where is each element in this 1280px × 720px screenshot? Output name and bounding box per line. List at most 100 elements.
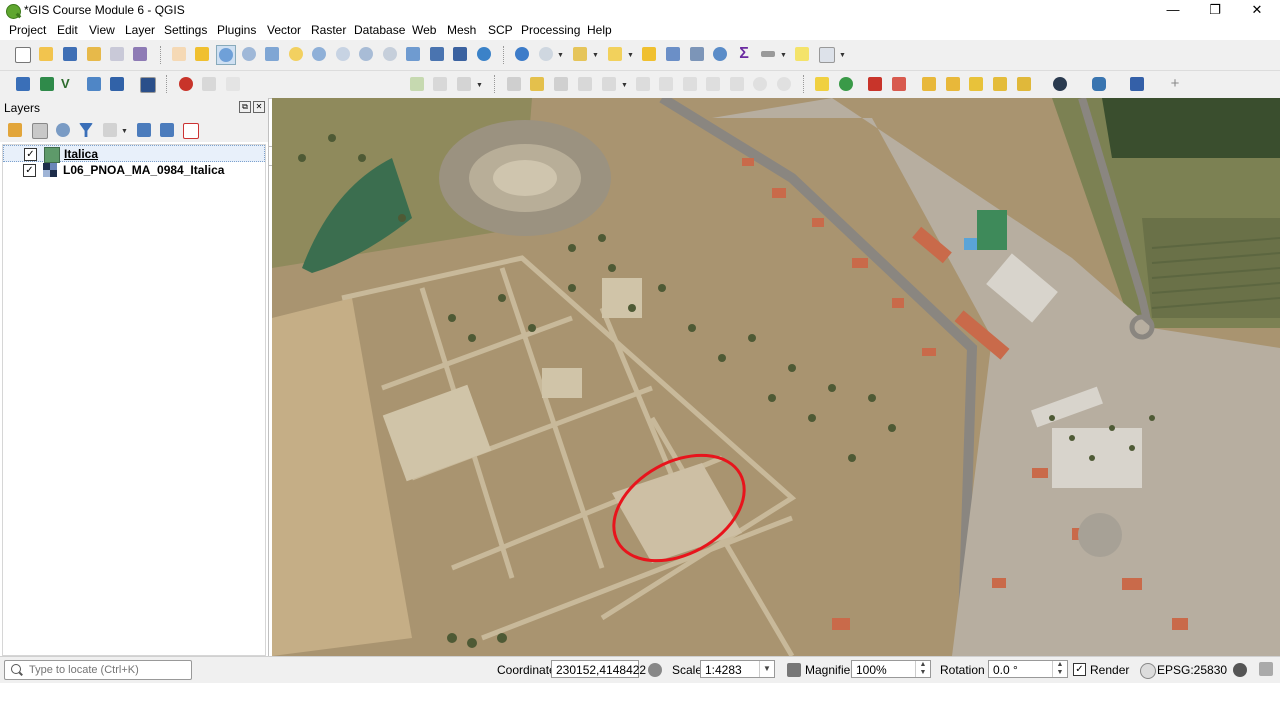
globe-icon[interactable] xyxy=(1138,661,1156,679)
menu-mesh[interactable]: Mesh xyxy=(447,23,476,37)
pan-to-selection-icon[interactable] xyxy=(193,45,211,63)
map-tips-icon[interactable] xyxy=(793,45,811,63)
locator-search[interactable] xyxy=(4,660,192,680)
menu-project[interactable]: Project xyxy=(9,23,46,37)
open-project-icon[interactable] xyxy=(37,45,55,63)
menu-vector[interactable]: Vector xyxy=(267,23,301,37)
magnifier-stepper[interactable]: 100% ▲ ▼ xyxy=(851,660,931,678)
rotation-stepper[interactable]: 0.0 ° ▲ ▼ xyxy=(988,660,1068,678)
new-bookmark-icon[interactable] xyxy=(428,45,446,63)
modify-attributes-icon[interactable] xyxy=(634,75,652,93)
zoom-out-icon[interactable] xyxy=(240,45,258,63)
menu-web[interactable]: Web xyxy=(412,23,436,37)
render-checkbox[interactable]: ✓ xyxy=(1073,663,1086,676)
pencil-icon[interactable] xyxy=(528,75,546,93)
change-label-icon[interactable] xyxy=(967,75,985,93)
save-project-icon[interactable] xyxy=(61,45,79,63)
chevron-down-icon[interactable]: ▼ xyxy=(476,82,483,89)
select-by-value-icon[interactable] xyxy=(606,45,624,63)
style-manager-icon[interactable] xyxy=(131,45,149,63)
chevron-down-icon[interactable]: ▼ xyxy=(121,128,128,135)
collapse-all-icon[interactable] xyxy=(158,121,176,139)
menu-raster[interactable]: Raster xyxy=(311,23,346,37)
zoom-in-icon[interactable] xyxy=(216,45,236,65)
cut-features-icon[interactable] xyxy=(681,75,699,93)
messages-icon[interactable] xyxy=(1231,661,1249,679)
refresh-icon[interactable] xyxy=(475,45,493,63)
pan-map-icon[interactable] xyxy=(170,45,188,63)
chevron-down-icon[interactable]: ▼ xyxy=(780,52,787,59)
add-virtual-layer-icon[interactable] xyxy=(138,75,156,93)
digitize-line-icon[interactable] xyxy=(408,75,426,93)
close-panel-icon[interactable]: ✕ xyxy=(253,101,265,113)
chevron-down-icon[interactable]: ▼ xyxy=(627,52,634,59)
diagram-tool-icon[interactable] xyxy=(837,75,855,93)
chevron-down-icon[interactable]: ▼ xyxy=(759,661,774,677)
chevron-down-icon[interactable]: ▼ xyxy=(557,52,564,59)
crs-label[interactable]: EPSG:25830 xyxy=(1157,663,1227,677)
close-button[interactable]: ✕ xyxy=(1234,0,1280,22)
show-hide-labels-icon[interactable] xyxy=(991,75,1009,93)
minimize-button[interactable]: — xyxy=(1150,0,1196,22)
undo-icon[interactable] xyxy=(751,75,769,93)
add-delimited-text-icon[interactable]: V xyxy=(61,75,79,93)
zoom-full-icon[interactable] xyxy=(263,45,281,63)
expand-all-icon[interactable] xyxy=(135,121,153,139)
layer-row-raster[interactable]: ✓ L06_PNOA_MA_0984_Italica xyxy=(3,162,265,179)
redo-icon[interactable] xyxy=(775,75,793,93)
menu-edit[interactable]: Edit xyxy=(57,23,78,37)
zoom-native-icon[interactable] xyxy=(334,45,352,63)
float-panel-icon[interactable]: ⧉ xyxy=(239,101,251,113)
new-map-view-icon[interactable] xyxy=(404,45,422,63)
measure-line-icon[interactable] xyxy=(759,45,777,63)
add-feature-icon[interactable] xyxy=(576,75,594,93)
python-console-icon[interactable] xyxy=(1090,75,1108,93)
manage-map-themes-icon[interactable] xyxy=(54,121,72,139)
chevron-down-icon[interactable]: ▼ xyxy=(592,52,599,59)
identify-features-icon[interactable] xyxy=(513,45,531,63)
menu-settings[interactable]: Settings xyxy=(164,23,207,37)
zoom-next-icon[interactable] xyxy=(381,45,399,63)
print-layout-icon[interactable] xyxy=(108,45,126,63)
remove-layer-icon[interactable] xyxy=(181,121,199,139)
polygon-symbol-icon[interactable] xyxy=(44,147,60,163)
new-project-icon[interactable] xyxy=(13,45,31,63)
pin-labels-icon[interactable] xyxy=(866,75,884,93)
open-layer-styling-icon[interactable] xyxy=(6,121,24,139)
filter-by-expression-icon[interactable] xyxy=(101,121,119,139)
toggle-extents-icon[interactable] xyxy=(646,661,664,679)
zoom-to-selection-icon[interactable] xyxy=(287,45,305,63)
menu-processing[interactable]: Processing xyxy=(521,23,580,37)
resize-grip-icon[interactable] xyxy=(1257,660,1275,678)
add-group-icon[interactable] xyxy=(30,121,48,139)
menu-scp[interactable]: SCP xyxy=(488,23,513,37)
rotate-label-icon[interactable] xyxy=(944,75,962,93)
lock-scale-icon[interactable] xyxy=(785,661,803,679)
run-feature-action-icon[interactable] xyxy=(537,45,555,63)
vertex-tool-icon[interactable] xyxy=(455,75,473,93)
map-canvas[interactable] xyxy=(272,98,1280,656)
menu-plugins[interactable]: Plugins xyxy=(217,23,256,37)
save-as-icon[interactable] xyxy=(85,45,103,63)
menu-database[interactable]: Database xyxy=(354,23,405,37)
layer-row-italica[interactable]: ✓ Italica xyxy=(3,145,265,163)
snapping-icon[interactable] xyxy=(224,75,242,93)
data-source-manager-icon[interactable] xyxy=(14,75,32,93)
move-feature-icon[interactable] xyxy=(600,75,618,93)
add-vector-layer-icon[interactable] xyxy=(38,75,56,93)
text-annotation-icon[interactable] xyxy=(817,45,835,63)
scp-plugin-icon[interactable] xyxy=(1051,75,1069,93)
stepper-arrows[interactable]: ▲▼ xyxy=(1052,661,1067,677)
save-edits-icon[interactable] xyxy=(552,75,570,93)
restore-button[interactable]: ❐ xyxy=(1192,0,1238,22)
deselect-features-icon[interactable] xyxy=(640,45,658,63)
attribute-table-icon[interactable] xyxy=(664,45,682,63)
menu-help[interactable]: Help xyxy=(587,23,612,37)
chevron-down-icon[interactable]: ▼ xyxy=(839,52,846,59)
processing-toolbox-icon[interactable] xyxy=(711,45,729,63)
layer-visibility-checkbox[interactable]: ✓ xyxy=(23,164,36,177)
move-label-icon[interactable] xyxy=(920,75,938,93)
menu-view[interactable]: View xyxy=(89,23,115,37)
select-features-icon[interactable] xyxy=(571,45,589,63)
coordinate-field[interactable]: 230152,4148422 xyxy=(551,660,646,678)
